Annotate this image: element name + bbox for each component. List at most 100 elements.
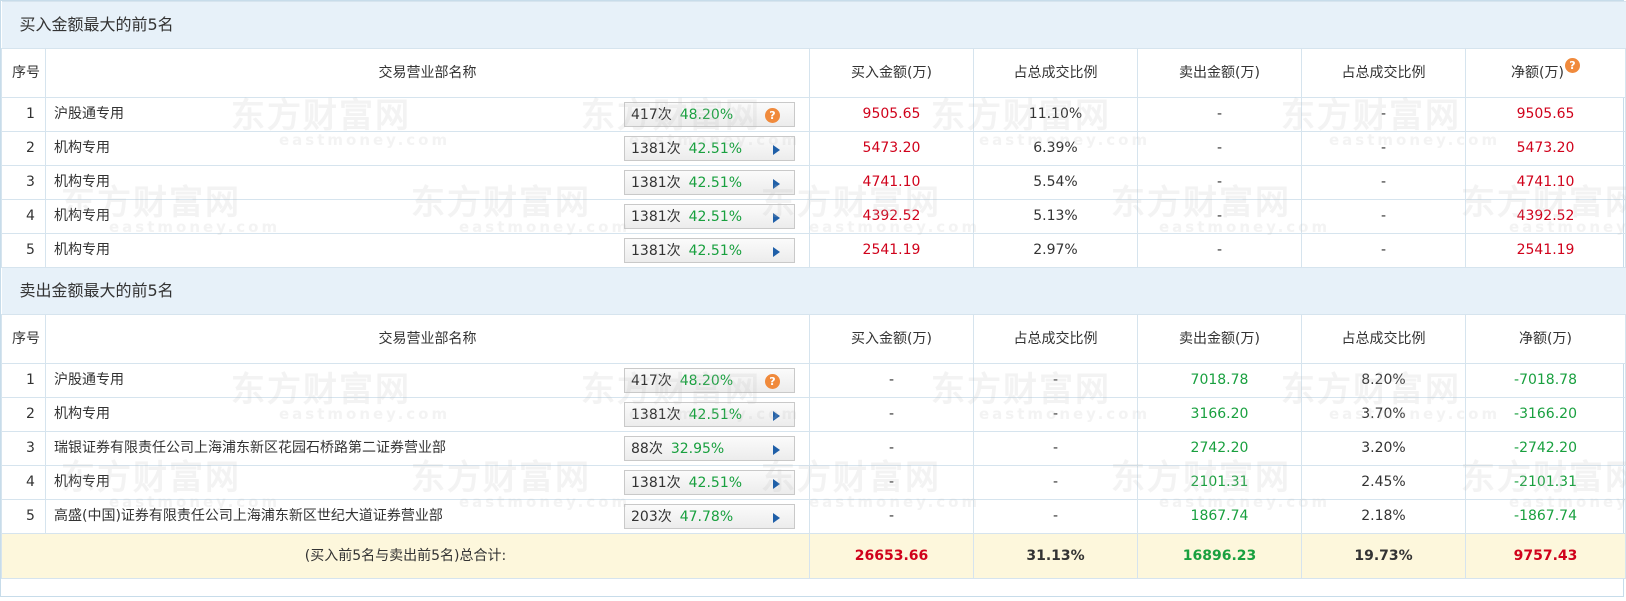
buy-ratio: 5.13% <box>973 199 1138 234</box>
sell-ratio: - <box>1301 165 1466 200</box>
broker-stats-button[interactable]: 88次 32.95% <box>624 436 795 461</box>
arrow-right-icon[interactable] <box>773 179 780 189</box>
arrow-right-icon[interactable] <box>773 513 780 523</box>
col-buy-amount-header: 买入金额(万) <box>809 48 974 98</box>
sell-ratio: - <box>1301 233 1466 268</box>
buy-amount: 4392.52 <box>809 199 974 234</box>
header-label: 交易营业部名称 <box>378 65 477 81</box>
broker-stats-button[interactable]: 1381次 42.51% <box>624 470 795 495</box>
broker-name-link[interactable]: 机构专用 <box>54 467 110 499</box>
sell-ratio: 2.45% <box>1301 465 1466 500</box>
broker-stats-button[interactable]: 417次 48.20%? <box>624 368 795 393</box>
table-row: 5 高盛(中国)证券有限责任公司上海浦东新区世纪大道证券营业部 203次 47.78%… <box>1 499 1626 534</box>
broker-name-link[interactable]: 高盛(中国)证券有限责任公司上海浦东新区世纪大道证券营业部 <box>54 501 443 533</box>
listing-count: 417次 <box>631 107 672 123</box>
sell-section-title-row: 卖出金额最大的前5名 <box>1 267 1626 315</box>
buy-ratio: - <box>973 363 1138 398</box>
broker-name-link[interactable]: 机构专用 <box>54 133 110 165</box>
buy-ratio: - <box>973 397 1138 432</box>
arrow-right-icon[interactable] <box>773 213 780 223</box>
win-rate: 48.20% <box>679 107 734 123</box>
win-rate: 42.51% <box>688 175 743 191</box>
arrow-right-icon[interactable] <box>773 145 780 155</box>
sell-amount: - <box>1137 199 1302 234</box>
broker-name-link[interactable]: 机构专用 <box>54 235 110 267</box>
total-sell-amount: 16896.23 <box>1137 533 1302 579</box>
win-rate: 42.51% <box>688 243 743 259</box>
total-label: (买入前5名与卖出前5名)总合计: <box>1 533 810 579</box>
sell-amount: 2101.31 <box>1137 465 1302 500</box>
header-label: 卖出金额(万) <box>1179 331 1260 347</box>
broker-name-link[interactable]: 沪股通专用 <box>54 99 124 131</box>
broker-stats-button[interactable]: 1381次 42.51% <box>624 238 795 263</box>
question-icon[interactable]: ? <box>765 108 780 123</box>
buy-ratio: - <box>973 431 1138 466</box>
win-rate: 42.51% <box>688 407 743 423</box>
broker-stats-button[interactable]: 1381次 42.51% <box>624 204 795 229</box>
sell-amount: - <box>1137 131 1302 166</box>
broker-stats-button[interactable]: 417次 48.20%? <box>624 102 795 127</box>
header-label: 净额(万) <box>1511 65 1564 81</box>
listing-count: 1381次 <box>631 209 681 225</box>
sell-ratio: - <box>1301 199 1466 234</box>
header-label: 净额(万) <box>1519 331 1572 347</box>
sell-amount: 7018.78 <box>1137 363 1302 398</box>
sell-section-title: 卖出金额最大的前5名 <box>1 267 1626 315</box>
broker-name-link[interactable]: 沪股通专用 <box>54 365 124 397</box>
sell-amount: - <box>1137 165 1302 200</box>
broker-name-cell: 机构专用 1381次 42.51% <box>45 465 810 500</box>
total-row: (买入前5名与卖出前5名)总合计: 26653.66 31.13% 16896.23 1… <box>1 533 1626 579</box>
broker-name-link[interactable]: 瑞银证券有限责任公司上海浦东新区花园石桥路第二证券营业部 <box>54 433 446 465</box>
header-label: 买入金额(万) <box>851 65 932 81</box>
buy-ratio: 11.10% <box>973 97 1138 132</box>
broker-stats-button[interactable]: 1381次 42.51% <box>624 170 795 195</box>
net-amount: 4741.10 <box>1464 165 1626 200</box>
arrow-right-icon[interactable] <box>773 479 780 489</box>
question-icon[interactable]: ? <box>1564 58 1580 73</box>
broker-name-link[interactable]: 机构专用 <box>54 399 110 431</box>
arrow-right-icon[interactable] <box>773 411 780 421</box>
broker-stats-button[interactable]: 203次 47.78% <box>624 504 795 529</box>
broker-name-cell: 沪股通专用 417次 48.20%? <box>45 97 810 132</box>
broker-name-link[interactable]: 机构专用 <box>54 167 110 199</box>
header-label: 占总成交比例 <box>1341 65 1426 81</box>
sell-section-header-row: 序号 交易营业部名称 买入金额(万) 占总成交比例 卖出金额(万) 占总成交比例 净额(万) <box>1 314 1626 364</box>
broker-stats-button[interactable]: 1381次 42.51% <box>624 136 795 161</box>
row-index: 4 <box>1 199 46 234</box>
broker-name-cell: 瑞银证券有限责任公司上海浦东新区花园石桥路第二证券营业部 88次 32.95% <box>45 431 810 466</box>
header-label: 交易营业部名称 <box>378 331 477 347</box>
table-body: 买入金额最大的前5名 序号 交易营业部名称 买入金额(万) 占总成交比例 卖出金额(万) 占… <box>1 1 1626 579</box>
broker-stats-button[interactable]: 1381次 42.51% <box>624 402 795 427</box>
header-label: 占总成交比例 <box>1013 65 1098 81</box>
broker-name-link[interactable]: 机构专用 <box>54 201 110 233</box>
dragon-tiger-board: 买入金额最大的前5名 序号 交易营业部名称 买入金额(万) 占总成交比例 卖出金额(万) 占… <box>0 0 1626 597</box>
col-net-amount-header: 净额(万) <box>1464 314 1626 364</box>
net-amount: -7018.78 <box>1464 363 1626 398</box>
net-amount: -2742.20 <box>1464 431 1626 466</box>
col-broker-name-header: 交易营业部名称 <box>45 48 810 98</box>
listing-count: 1381次 <box>631 141 681 157</box>
sell-ratio: - <box>1301 131 1466 166</box>
broker-name-cell: 沪股通专用 417次 48.20%? <box>45 363 810 398</box>
row-index: 3 <box>1 431 46 466</box>
arrow-right-icon[interactable] <box>773 445 780 455</box>
win-rate: 42.51% <box>688 141 743 157</box>
table-row: 4 机构专用 1381次 42.51% - -2101.31 2.45% -2101.31 <box>1 465 1626 500</box>
header-label: 占总成交比例 <box>1013 331 1098 347</box>
buy-section-title: 买入金额最大的前5名 <box>1 1 1626 49</box>
broker-name-cell: 机构专用 1381次 42.51% <box>45 199 810 234</box>
buy-ratio: 5.54% <box>973 165 1138 200</box>
buy-amount: - <box>809 363 974 398</box>
arrow-right-icon[interactable] <box>773 247 780 257</box>
col-index-header: 序号 <box>1 48 46 98</box>
total-sell-ratio: 19.73% <box>1301 533 1466 579</box>
question-icon[interactable]: ? <box>765 374 780 389</box>
buy-amount: 2541.19 <box>809 233 974 268</box>
net-amount: 4392.52 <box>1464 199 1626 234</box>
table-row: 4 机构专用 1381次 42.51% 4392.52 5.13% - -4392.52 <box>1 199 1626 234</box>
sell-ratio: 2.18% <box>1301 499 1466 534</box>
broker-name-cell: 机构专用 1381次 42.51% <box>45 233 810 268</box>
table-row: 5 机构专用 1381次 42.51% 2541.19 2.97% - -2541.19 <box>1 233 1626 268</box>
sell-amount: 2742.20 <box>1137 431 1302 466</box>
sell-ratio: 3.70% <box>1301 397 1466 432</box>
